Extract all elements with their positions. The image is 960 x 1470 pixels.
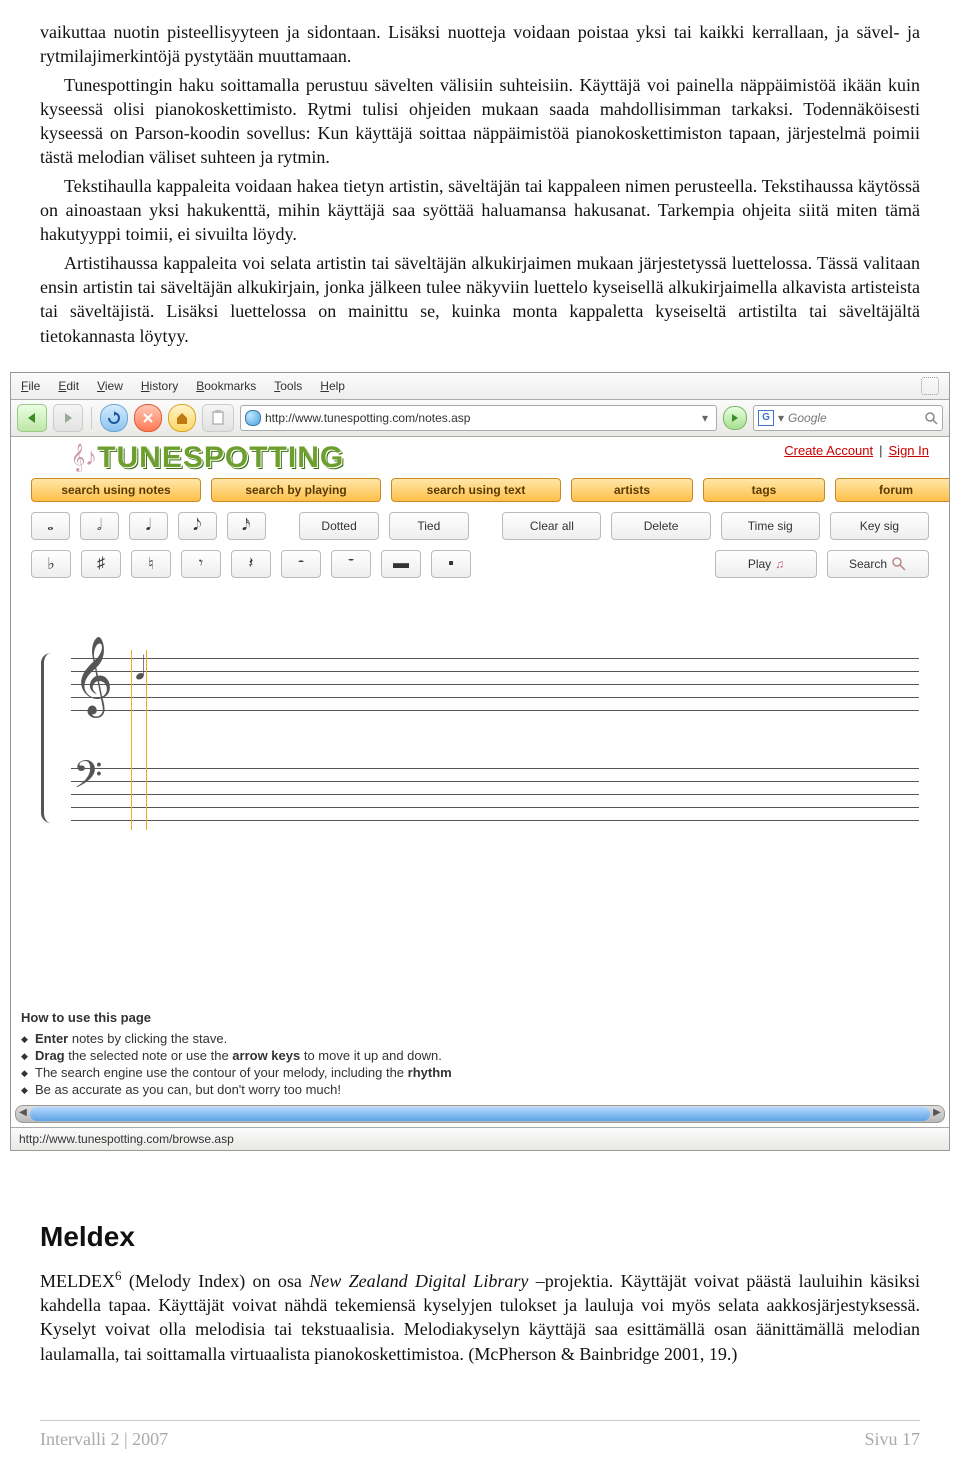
- scroll-left-icon[interactable]: ◀: [16, 1106, 30, 1120]
- music-stave[interactable]: 𝄞 𝄢 𝅘𝅥: [31, 628, 929, 858]
- tied-button[interactable]: Tied: [389, 512, 469, 540]
- url-text: http://www.tunespotting.com/notes.asp: [265, 411, 694, 425]
- footer-right: Sivu 17: [864, 1429, 920, 1450]
- status-text: http://www.tunespotting.com/browse.asp: [19, 1132, 234, 1146]
- magnifier-icon: [891, 556, 907, 572]
- main-tabs: search using notes search by playing sea…: [11, 478, 949, 502]
- menu-file[interactable]: File: [21, 379, 40, 393]
- page-footer: Intervalli 2 | 2007 Sivu 17: [40, 1420, 920, 1450]
- sixteenth-note-tool[interactable]: 𝅘𝅥𝅯: [227, 512, 266, 540]
- menu-tools[interactable]: Tools: [274, 379, 302, 393]
- rest-tool-1[interactable]: 𝄾: [181, 550, 221, 578]
- address-bar[interactable]: http://www.tunespotting.com/notes.asp ▾: [240, 405, 717, 431]
- home-button[interactable]: [168, 404, 196, 432]
- go-button[interactable]: [723, 406, 747, 430]
- howto-panel: How to use this page Enter notes by clic…: [21, 1010, 939, 1099]
- url-dropdown-icon[interactable]: ▾: [698, 411, 712, 425]
- rest-tool-3[interactable]: 𝄼: [281, 550, 321, 578]
- tab-forum[interactable]: forum: [835, 478, 949, 502]
- paragraph: Tunespottingin haku soittamalla perustuu…: [40, 73, 920, 170]
- clear-all-button[interactable]: Clear all: [502, 512, 601, 540]
- document-body: vaikuttaa nuotin pisteellisyyteen ja sid…: [0, 0, 960, 362]
- page-content: 𝄞♪ TUNESPOTTING Create Account | Sign In…: [11, 437, 949, 1127]
- dotted-button[interactable]: Dotted: [299, 512, 379, 540]
- grand-staff-brace: [41, 653, 64, 823]
- bass-clef-icon: 𝄢: [73, 753, 103, 808]
- paragraph: Artistihaussa kappaleita voi selata arti…: [40, 251, 920, 348]
- google-icon: G: [758, 410, 774, 426]
- tab-search-notes[interactable]: search using notes: [31, 478, 201, 502]
- howto-title: How to use this page: [21, 1010, 939, 1025]
- site-logo[interactable]: 𝄞♪ TUNESPOTTING: [71, 443, 344, 473]
- sharp-tool[interactable]: ♯: [81, 550, 121, 578]
- scroll-thumb[interactable]: [30, 1107, 930, 1121]
- globe-icon: [245, 410, 261, 426]
- menu-edit[interactable]: Edit: [58, 379, 79, 393]
- menu-bookmarks[interactable]: Bookmarks: [196, 379, 256, 393]
- tab-tags[interactable]: tags: [703, 478, 825, 502]
- menu-bar: File Edit View History Bookmarks Tools H…: [11, 373, 949, 400]
- note-toolbar-2: ♭ ♯ ♮ 𝄾 𝄽 𝄼 𝄻 ▬ ▪ Play♫ Search: [11, 540, 949, 578]
- howto-item: Enter notes by clicking the stave.: [21, 1031, 939, 1046]
- bass-staff[interactable]: [71, 768, 919, 833]
- quarter-note-tool[interactable]: 𝅘𝅥: [129, 512, 168, 540]
- separator: [91, 407, 92, 429]
- menu-help[interactable]: Help: [320, 379, 345, 393]
- treble-staff[interactable]: [71, 658, 919, 723]
- delete-button[interactable]: Delete: [611, 512, 710, 540]
- forward-button[interactable]: [53, 404, 83, 432]
- rest-tool-2[interactable]: 𝄽: [231, 550, 271, 578]
- tab-artists[interactable]: artists: [571, 478, 693, 502]
- play-button[interactable]: Play♫: [715, 550, 817, 578]
- section-heading: Meldex: [40, 1221, 920, 1253]
- scroll-right-icon[interactable]: ▶: [930, 1106, 944, 1120]
- howto-item: The search engine use the contour of you…: [21, 1065, 939, 1080]
- paragraph: Tekstihaulla kappaleita voidaan hakea ti…: [40, 174, 920, 247]
- search-placeholder: Google: [788, 411, 827, 425]
- rest-tool-5[interactable]: ▬: [381, 550, 421, 578]
- menu-history[interactable]: History: [141, 379, 178, 393]
- document-body-2: Meldex MELDEX6 (Melody Index) on osa New…: [0, 1171, 960, 1380]
- search-bar[interactable]: G ▾ Google: [753, 405, 943, 431]
- clipboard-button[interactable]: [202, 404, 234, 432]
- horizontal-scrollbar[interactable]: ◀ ▶: [15, 1105, 945, 1123]
- browser-window: File Edit View History Bookmarks Tools H…: [10, 372, 950, 1151]
- paragraph: vaikuttaa nuotin pisteellisyyteen ja sid…: [40, 20, 920, 69]
- stop-button[interactable]: [134, 404, 162, 432]
- eighth-note-tool[interactable]: 𝅘𝅥𝅮: [178, 512, 217, 540]
- howto-item: Be as accurate as you can, but don't wor…: [21, 1082, 939, 1097]
- natural-tool[interactable]: ♮: [131, 550, 171, 578]
- whole-note-tool[interactable]: 𝅝: [31, 512, 70, 540]
- key-sig-button[interactable]: Key sig: [830, 512, 929, 540]
- half-note-tool[interactable]: 𝅗𝅥: [80, 512, 119, 540]
- nav-toolbar: http://www.tunespotting.com/notes.asp ▾ …: [11, 400, 949, 437]
- howto-item: Drag the selected note or use the arrow …: [21, 1048, 939, 1063]
- note-toolbar-1: 𝅝 𝅗𝅥 𝅘𝅥 𝅘𝅥𝅮 𝅘𝅥𝅯 Dotted Tied Clear all De…: [11, 502, 949, 540]
- throbber-icon: [921, 377, 939, 395]
- sign-in-link[interactable]: Sign In: [889, 443, 929, 458]
- paragraph: MELDEX6 (Melody Index) on osa New Zealan…: [40, 1267, 920, 1366]
- rest-tool-6[interactable]: ▪: [431, 550, 471, 578]
- treble-clef-icon: 𝄞: [73, 636, 113, 716]
- back-button[interactable]: [17, 404, 47, 432]
- tab-search-text[interactable]: search using text: [391, 478, 561, 502]
- rest-tool-4[interactable]: 𝄻: [331, 550, 371, 578]
- menu-view[interactable]: View: [97, 379, 123, 393]
- search-button[interactable]: Search: [827, 550, 929, 578]
- status-bar: http://www.tunespotting.com/browse.asp: [11, 1127, 949, 1150]
- music-note-icon: ♫: [775, 557, 784, 571]
- reload-button[interactable]: [100, 404, 128, 432]
- placed-note[interactable]: 𝅘𝅥: [135, 650, 145, 688]
- tab-search-playing[interactable]: search by playing: [211, 478, 381, 502]
- flat-tool[interactable]: ♭: [31, 550, 71, 578]
- search-icon[interactable]: [924, 411, 938, 425]
- footer-left: Intervalli 2 | 2007: [40, 1429, 168, 1450]
- time-sig-button[interactable]: Time sig: [721, 512, 820, 540]
- create-account-link[interactable]: Create Account: [784, 443, 873, 458]
